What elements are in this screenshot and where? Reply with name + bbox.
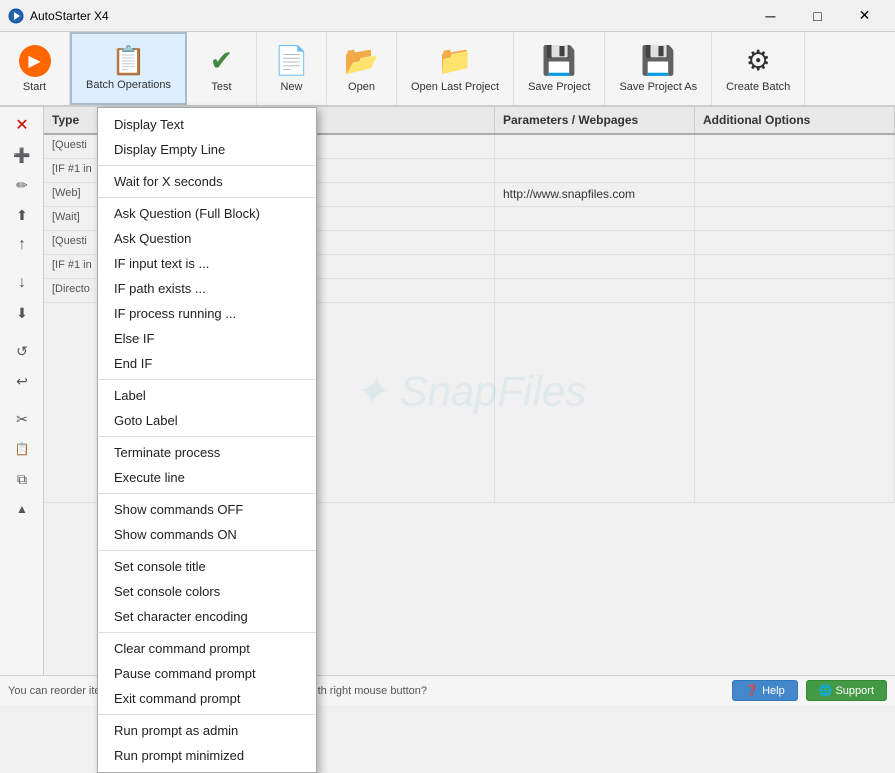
minimize-button[interactable]: ─ <box>748 5 793 27</box>
dropdown-menu: Display TextDisplay Empty Line Wait for X… <box>97 107 317 773</box>
row-options <box>695 183 895 206</box>
batch-label: Batch Operations <box>86 79 171 91</box>
row-params <box>495 207 695 230</box>
menu-item-exit-command-prompt[interactable]: Exit command prompt <box>98 686 316 711</box>
start-label: Start <box>23 81 46 93</box>
menu-item-else-if[interactable]: Else IF <box>98 326 316 351</box>
menu-item-display-empty-line[interactable]: Display Empty Line <box>98 137 316 162</box>
cut-button[interactable]: ✂ <box>4 405 40 433</box>
start-button[interactable]: ▶ Start <box>0 32 70 105</box>
open-button[interactable]: 📂 Open <box>327 32 397 105</box>
menu-item-if-path-exists[interactable]: IF path exists ... <box>98 276 316 301</box>
test-icon: ✔ <box>210 44 233 77</box>
open-label: Open <box>348 81 375 93</box>
menu-item-show-commands-off[interactable]: Show commands OFF <box>98 497 316 522</box>
help-button[interactable]: ❓ Help <box>732 680 797 701</box>
open-last-button[interactable]: 📁 Open Last Project <box>397 32 514 105</box>
menu-item-run-prompt-admin[interactable]: Run prompt as admin <box>98 718 316 743</box>
row-options <box>695 159 895 182</box>
create-batch-label: Create Batch <box>726 81 790 93</box>
open-last-icon: 📁 <box>438 44 473 77</box>
row-params <box>495 279 695 302</box>
menu-item-terminate-process[interactable]: Terminate process <box>98 440 316 465</box>
menu-item-display-text[interactable]: Display Text <box>98 112 316 137</box>
row-options <box>695 279 895 302</box>
support-button[interactable]: 🌐 Support <box>806 680 887 701</box>
col-params: Parameters / Webpages <box>495 107 695 133</box>
toolbar: ▶ Start 📋 Batch Operations ✔ Test 📄 New … <box>0 32 895 107</box>
move-top-button[interactable]: ⬆ <box>4 201 40 229</box>
test-button[interactable]: ✔ Test <box>187 32 257 105</box>
row-options <box>695 135 895 158</box>
menu-item-run-prompt-minimized[interactable]: Run prompt minimized <box>98 743 316 768</box>
move-down-button[interactable]: ↓ <box>4 269 40 297</box>
save-button[interactable]: 💾 Save Project <box>514 32 605 105</box>
menu-item-if-process-running[interactable]: IF process running ... <box>98 301 316 326</box>
row-options <box>695 231 895 254</box>
menu-item-execute-line[interactable]: Execute line <box>98 465 316 490</box>
col-options: Additional Options <box>695 107 895 133</box>
row-options <box>695 255 895 278</box>
app-icon <box>8 8 24 24</box>
move-up-button[interactable]: ↑ <box>4 231 40 259</box>
menu-item-if-input-text[interactable]: IF input text is ... <box>98 251 316 276</box>
menu-item-label[interactable]: Label <box>98 383 316 408</box>
new-icon: 📄 <box>274 44 309 77</box>
row-params <box>495 231 695 254</box>
start-icon: ▶ <box>19 45 51 77</box>
move-bottom-button[interactable]: ⬇ <box>4 299 40 327</box>
row-params: http://www.snapfiles.com <box>495 183 695 206</box>
window-controls: ─ □ ✕ <box>748 5 887 27</box>
menu-item-show-commands-on[interactable]: Show commands ON <box>98 522 316 547</box>
save-as-label: Save Project As <box>619 81 697 93</box>
save-as-icon: 💾 <box>641 44 676 77</box>
menu-item-end-if[interactable]: End IF <box>98 351 316 376</box>
menu-item-pause-command-prompt[interactable]: Pause command prompt <box>98 661 316 686</box>
menu-item-set-console-colors[interactable]: Set console colors <box>98 579 316 604</box>
title-bar: AutoStarter X4 ─ □ ✕ <box>0 0 895 32</box>
save-icon: 💾 <box>542 44 577 77</box>
menu-item-goto-label[interactable]: Goto Label <box>98 408 316 433</box>
close-button[interactable]: ✕ <box>842 5 887 27</box>
row-params <box>495 159 695 182</box>
add-row-button[interactable]: ➕ <box>4 141 40 169</box>
open-icon: 📂 <box>344 44 379 77</box>
menu-item-ask-question[interactable]: Ask Question <box>98 226 316 251</box>
row-params <box>495 135 695 158</box>
menu-item-wait-x-seconds[interactable]: Wait for X seconds <box>98 169 316 194</box>
delete-row-button[interactable]: ✕ <box>4 111 40 139</box>
menu-item-ask-question-full[interactable]: Ask Question (Full Block) <box>98 201 316 226</box>
new-label: New <box>280 81 302 93</box>
status-right: ❓ Help 🌐 Support <box>732 680 887 701</box>
save-label: Save Project <box>528 81 590 93</box>
batch-icon: 📋 <box>111 47 146 75</box>
copy-button[interactable]: ↺ <box>4 337 40 365</box>
menu-item-clear-command-prompt[interactable]: Clear command prompt <box>98 636 316 661</box>
app-title: AutoStarter X4 <box>30 9 748 23</box>
save-as-button[interactable]: 💾 Save Project As <box>605 32 712 105</box>
new-button[interactable]: 📄 New <box>257 32 327 105</box>
row-options <box>695 207 895 230</box>
paste-button[interactable]: 📋 <box>4 435 40 463</box>
edit-row-button[interactable]: ✏ <box>4 171 40 199</box>
test-label: Test <box>211 81 231 93</box>
open-last-label: Open Last Project <box>411 81 499 93</box>
sidebar: ✕ ➕ ✏ ⬆ ↑ ↓ ⬇ ↺ ↩ ✂ 📋 ⧉ ▲ <box>0 107 44 675</box>
maximize-button[interactable]: □ <box>795 5 840 27</box>
create-batch-icon: ⚙ <box>746 44 771 77</box>
batch-operations-button[interactable]: 📋 Batch Operations <box>70 32 187 105</box>
menu-item-set-character-encoding[interactable]: Set character encoding <box>98 604 316 629</box>
clone-button[interactable]: ⧉ <box>4 465 40 493</box>
undo-button[interactable]: ↩ <box>4 367 40 395</box>
create-batch-button[interactable]: ⚙ Create Batch <box>712 32 805 105</box>
row-params <box>495 255 695 278</box>
page-up-button[interactable]: ▲ <box>4 495 40 523</box>
menu-item-set-console-title[interactable]: Set console title <box>98 554 316 579</box>
